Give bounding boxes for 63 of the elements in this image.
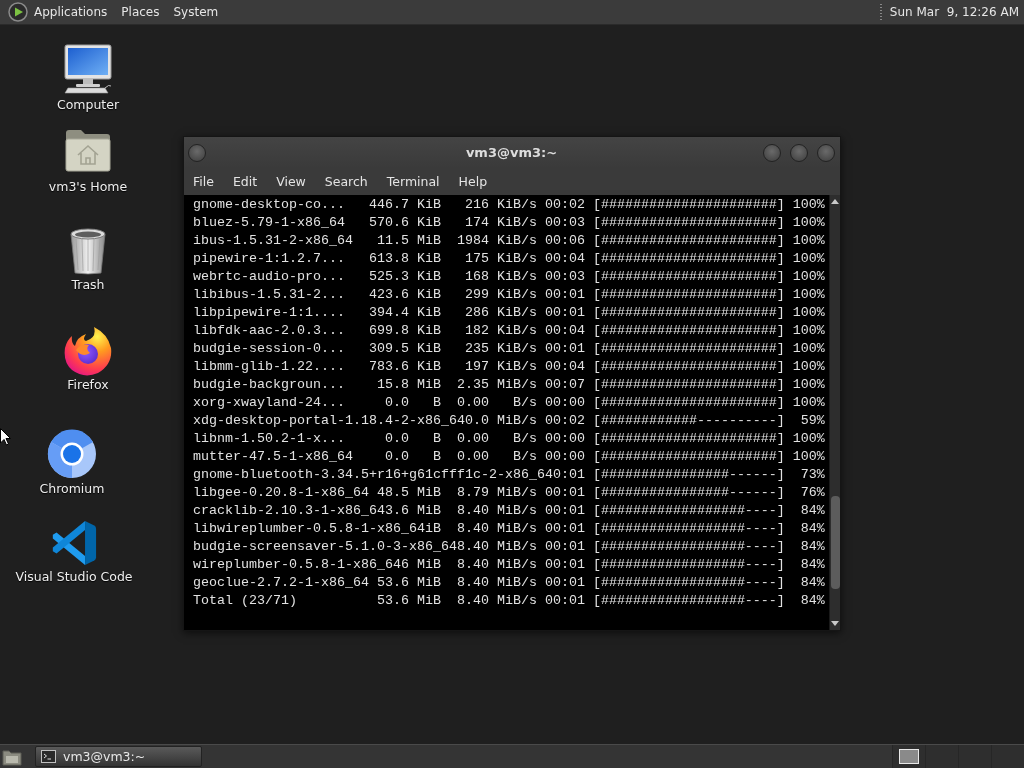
mouse-pointer-icon [0,428,11,446]
terminal-line: libfdk-aac-2.0.3... 699.8 KiB 182 KiB/s 00:04 [######################] 100% [193,322,826,340]
menu-item[interactable]: View [276,174,306,189]
terminal-line: pipewire-1:1.2.7... 613.8 KiB 175 KiB/s 00:04 [######################] 100% [193,250,826,268]
menu-item[interactable]: Help [458,174,488,189]
terminal-line: xdg-desktop-portal-1.18.4-2-x86_640.0 MiB/s 00:02 [############----------] 59% [193,412,826,430]
desktop-icon-label[interactable]: Firefox [67,377,109,393]
vscode-logo-icon[interactable] [51,520,97,566]
terminal-line: geoclue-2.7.2-1-x86_64 53.6 MiB 8.40 MiB/s 00:01 [##################----] 84% [193,574,826,592]
firefox-logo-icon[interactable] [64,326,112,376]
menu-item[interactable]: Edit [232,174,258,189]
terminal-line: libgee-0.20.8-1-x86_64 48.5 MiB 8.79 MiB/s 00:01 [################------] 76% [193,484,826,502]
window-title: vm3@vm3:~ [465,145,558,160]
workspace-tile[interactable] [892,745,925,768]
menu-item[interactable]: Search [324,174,368,189]
scroll-down-icon[interactable] [831,621,839,626]
terminal-line: xorg-xwayland-24... 0.0 B 0.00 B/s 00:00 [######################] 100% [193,394,826,412]
clock[interactable]: Sun Mar 9, 12:26 AM [889,5,1019,19]
terminal-line: webrtc-audio-pro... 525.3 KiB 168 KiB/s 00:03 [######################] 100% [193,268,826,286]
chromium-logo-icon[interactable] [47,429,97,479]
desktop-icon-label[interactable]: Trash [71,277,105,293]
close-button[interactable] [817,143,835,162]
workspace-tile[interactable] [958,745,991,768]
desktop-icon-label[interactable]: Chromium [39,481,105,497]
terminal-line: gnome-bluetooth-3.34.5+r16+g61cfff1c-2-x86_640:01 [################------] 73% [193,466,826,484]
menu-item[interactable]: File [193,174,214,189]
scrollbar[interactable] [829,195,840,630]
scroll-up-icon[interactable] [831,199,839,204]
terminal-line: Total (23/71) 53.6 MiB 8.40 MiB/s 00:01 [##################----] 84% [193,592,826,610]
trash-icon[interactable] [68,227,108,275]
terminal-line: libmm-glib-1.22.... 783.6 KiB 197 KiB/s 00:04 [######################] 100% [193,358,826,376]
workspace-tile[interactable] [925,745,958,768]
terminal-line: libibus-1.5.31-2... 423.6 KiB 299 KiB/s 00:01 [######################] 100% [193,286,826,304]
terminal-line: gnome-desktop-co... 446.7 KiB 216 KiB/s 00:02 [######################] 100% [193,196,826,214]
desktop-icon-label[interactable]: vm3's Home [48,179,128,195]
terminal-line: libwireplumber-0.5.8-1-x86_64iB 8.40 MiB/s 00:01 [##################----] 84% [193,520,826,538]
workspace-tile[interactable] [991,745,1024,768]
terminal-line: budgie-session-0... 309.5 KiB 235 KiB/s 00:01 [######################] 100% [193,340,826,358]
desktop-icon-label[interactable]: Visual Studio Code [15,569,133,585]
computer-icon[interactable] [63,44,113,94]
minimize-button[interactable] [763,143,781,162]
desktop-icon-label[interactable]: Computer [56,97,120,113]
terminal-line: libnm-1.50.2-1-x... 0.0 B 0.00 B/s 00:00 [######################] 100% [193,430,826,448]
terminal-line: budgie-screensaver-5.1.0-3-x86_648.40 MiB/s 00:01 [##################----] 84% [193,538,826,556]
panel-menu[interactable]: Applications [34,5,108,19]
window-menu-button[interactable] [188,143,206,162]
terminal-line: budgie-backgroun... 15.8 MiB 2.35 MiB/s 00:07 [######################] 100% [193,376,826,394]
panel-menu[interactable]: Places [121,5,160,19]
terminal-line: bluez-5.79-1-x86_64 570.6 KiB 174 KiB/s 00:03 [######################] 100% [193,214,826,232]
scrollbar-thumb[interactable] [830,496,840,589]
maximize-button[interactable] [790,143,808,162]
panel-menu[interactable]: System [173,5,219,19]
terminal-line: mutter-47.5-1-x86_64 0.0 B 0.00 B/s 00:00 [######################] 100% [193,448,826,466]
show-desktop-icon[interactable] [2,747,22,766]
terminal-line: ibus-1.5.31-2-x86_64 11.5 MiB 1984 KiB/s 00:06 [######################] 100% [193,232,826,250]
menu-item[interactable]: Terminal [386,174,440,189]
triangle-circle-icon[interactable] [8,2,28,22]
terminal-line: wireplumber-0.5.8-1-x86_646 MiB 8.40 MiB/s 00:01 [##################----] 84% [193,556,826,574]
home-folder-icon[interactable] [65,128,111,172]
taskbar-button[interactable]: vm3@vm3:~ [35,746,202,767]
terminal-icon [41,750,56,763]
terminal-line: libpipewire-1:1.... 394.4 KiB 286 KiB/s 00:01 [######################] 100% [193,304,826,322]
terminal-line: cracklib-2.10.3-1-x86_643.6 MiB 8.40 MiB/s 00:01 [##################----] 84% [193,502,826,520]
